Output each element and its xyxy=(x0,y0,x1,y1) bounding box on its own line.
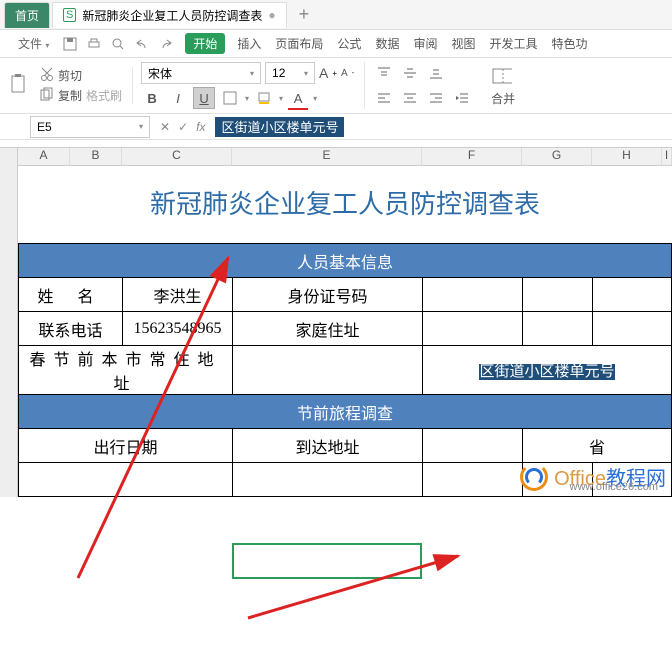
underline-button[interactable]: U xyxy=(193,87,215,109)
merge-cells-icon[interactable] xyxy=(491,65,513,87)
row-header-gutter xyxy=(0,148,18,497)
section-header-basic: 人员基本信息 xyxy=(19,244,672,278)
tab-document[interactable]: S 新冠肺炎企业复工人员防控调查表 ● xyxy=(52,2,287,28)
align-left-icon[interactable] xyxy=(373,87,395,109)
label-province: 省 xyxy=(523,429,672,463)
bold-button[interactable]: B xyxy=(141,87,163,109)
merge-label: 合并 xyxy=(491,90,515,107)
tab-doc-title: 新冠肺炎企业复工人员防控调查表 xyxy=(82,7,262,24)
cell-e5[interactable] xyxy=(233,346,423,395)
tab-start[interactable]: 开始 xyxy=(185,33,225,54)
file-menu[interactable]: 文件 ▾ xyxy=(18,35,49,52)
cut-icon[interactable] xyxy=(40,67,54,84)
tab-review[interactable]: 审阅 xyxy=(407,33,443,54)
cell-name-value[interactable]: 李洪生 xyxy=(123,278,233,312)
align-center-icon[interactable] xyxy=(399,87,421,109)
label-arrive-addr: 到达地址 xyxy=(233,429,423,463)
italic-button[interactable]: I xyxy=(167,87,189,109)
watermark: Office教程网 www.office26.com xyxy=(520,462,666,491)
add-tab-button[interactable]: + xyxy=(289,4,320,25)
tab-view[interactable]: 视图 xyxy=(445,33,481,54)
increase-font-icon[interactable]: A xyxy=(319,65,328,81)
tab-home[interactable]: 首页 xyxy=(4,2,50,28)
preview-icon[interactable] xyxy=(107,33,129,55)
fx-icon[interactable]: fx xyxy=(196,120,205,134)
font-name-select[interactable]: 宋体▾ xyxy=(141,62,261,84)
align-right-icon[interactable] xyxy=(425,87,447,109)
label-phone: 联系电话 xyxy=(19,312,123,346)
font-size-select[interactable]: 12▾ xyxy=(265,62,315,84)
label-name: 姓 名 xyxy=(19,278,123,312)
redo-icon[interactable] xyxy=(155,33,177,55)
format-brush-button[interactable]: 格式刷 xyxy=(86,87,122,104)
copy-icon[interactable] xyxy=(40,87,54,104)
cell-phone-value[interactable]: 15623548965 xyxy=(123,312,233,346)
label-idno: 身份证号码 xyxy=(233,278,423,312)
cell-name-box[interactable]: E5▾ xyxy=(30,116,150,138)
spreadsheet-grid[interactable]: 人员基本信息 姓 名 李洪生 身份证号码 联系电话 15623548965 家庭… xyxy=(18,243,672,497)
tab-data[interactable]: 数据 xyxy=(369,33,405,54)
copy-label: 复制 xyxy=(58,87,82,104)
tab-special[interactable]: 特色功 xyxy=(546,33,594,54)
cell-idno-value[interactable] xyxy=(423,278,523,312)
formula-bar-value[interactable]: 区街道小区楼单元号 xyxy=(215,117,344,137)
label-travel-date: 出行日期 xyxy=(19,429,233,463)
label-address: 家庭住址 xyxy=(233,312,423,346)
indent-icon[interactable] xyxy=(451,87,473,109)
paste-icon[interactable] xyxy=(8,75,30,97)
column-headers[interactable]: A B C E F G H I xyxy=(18,148,672,166)
tab-formula[interactable]: 公式 xyxy=(331,33,367,54)
cancel-edit-icon[interactable]: ✕ xyxy=(160,120,170,134)
align-top-icon[interactable] xyxy=(373,62,395,84)
font-color-icon[interactable]: A xyxy=(287,87,309,109)
tab-layout[interactable]: 页面布局 xyxy=(269,33,329,54)
decrease-font-icon[interactable]: A xyxy=(341,68,348,79)
tab-dev[interactable]: 开发工具 xyxy=(483,33,543,54)
section-header-travel: 节前旅程调查 xyxy=(19,395,672,429)
align-middle-icon[interactable] xyxy=(399,62,421,84)
save-icon[interactable] xyxy=(59,33,81,55)
cell-e5-selection[interactable]: 区街道小区楼单元号 xyxy=(479,364,614,380)
print-icon[interactable] xyxy=(83,33,105,55)
fill-color-icon[interactable] xyxy=(253,87,275,109)
align-bottom-icon[interactable] xyxy=(425,62,447,84)
dirty-indicator-icon: ● xyxy=(268,8,275,22)
tab-insert[interactable]: 插入 xyxy=(231,33,267,54)
spreadsheet-icon: S xyxy=(63,8,76,22)
cut-label: 剪切 xyxy=(58,67,82,84)
label-prev-address: 春节前本市常住地址 xyxy=(19,346,233,395)
undo-icon[interactable] xyxy=(131,33,153,55)
sheet-title: 新冠肺炎企业复工人员防控调查表 xyxy=(18,166,672,243)
confirm-edit-icon[interactable]: ✓ xyxy=(178,120,188,134)
border-icon[interactable] xyxy=(219,87,241,109)
active-cell-outline xyxy=(232,543,422,579)
